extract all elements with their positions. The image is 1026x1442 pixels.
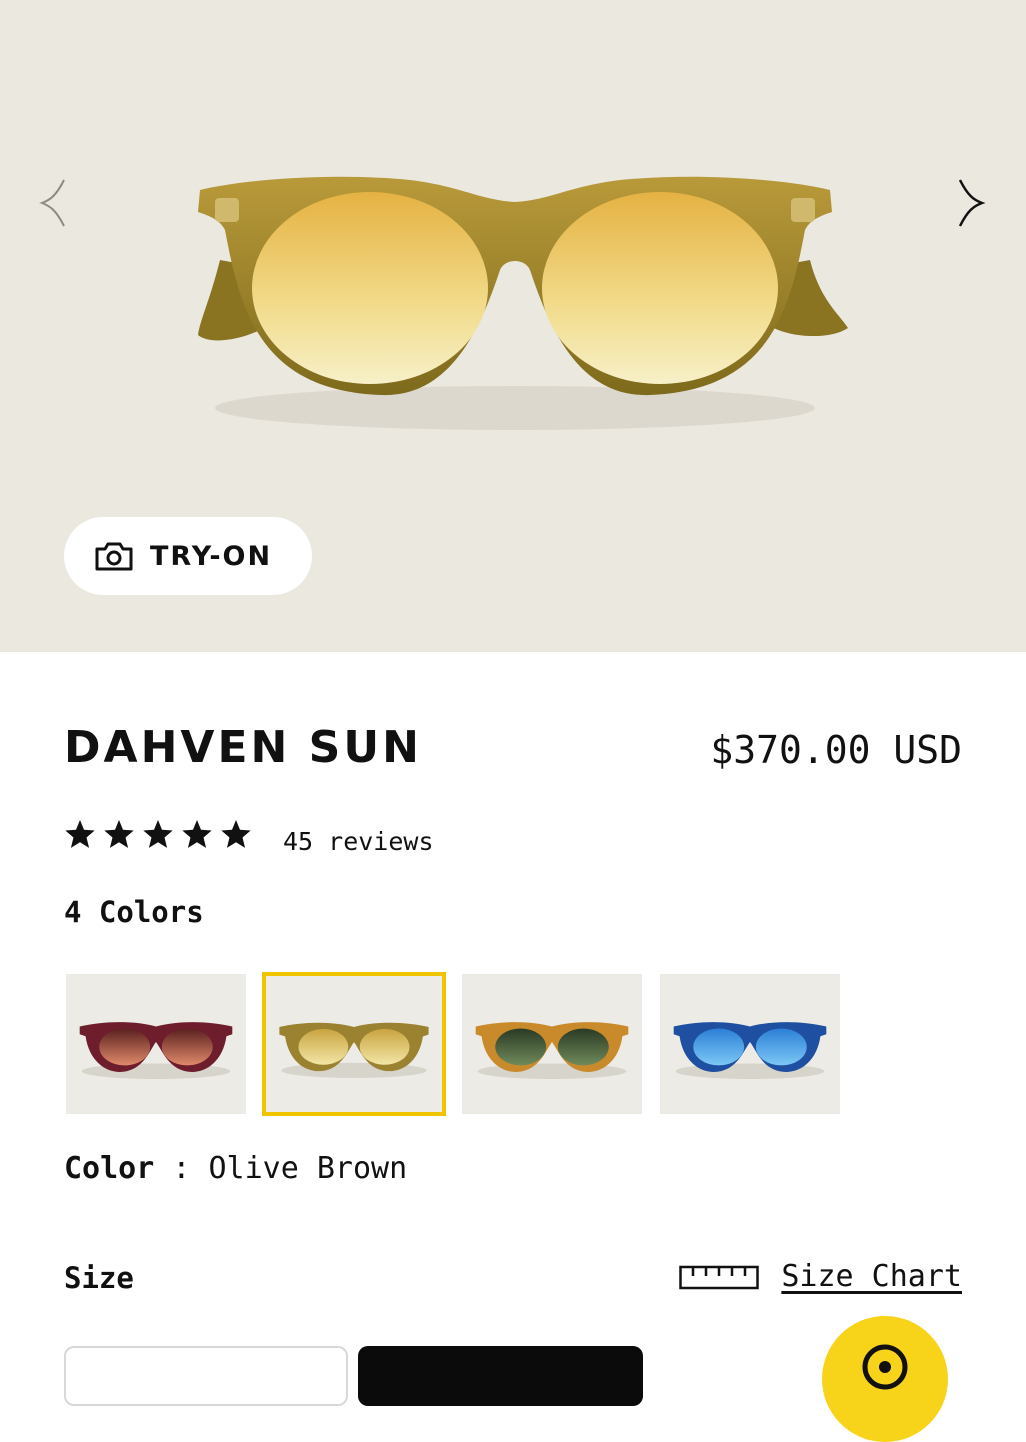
colors-count: 4 Colors	[64, 895, 204, 929]
color-swatch[interactable]	[64, 972, 248, 1116]
star-icon	[103, 818, 135, 850]
swatch-glasses-image	[279, 1022, 429, 1078]
color-swatch[interactable]	[658, 972, 842, 1116]
star-icon	[142, 818, 174, 850]
color-label: Color	[64, 1151, 155, 1186]
size-label: Size	[64, 1261, 134, 1295]
product-title: DAHVEN SUN	[64, 722, 422, 773]
product-image	[198, 176, 848, 430]
add-to-cart-button[interactable]	[358, 1346, 643, 1406]
try-on-label: TRY-ON	[150, 540, 273, 572]
color-swatch[interactable]	[262, 972, 446, 1116]
try-on-button[interactable]: TRY-ON	[64, 517, 312, 595]
star-icon	[220, 818, 252, 850]
swatch-glasses-image	[79, 1022, 233, 1079]
swatch-glasses-image	[475, 1022, 629, 1079]
help-icon	[862, 1344, 908, 1390]
camera-icon	[94, 540, 134, 572]
size-chart-link[interactable]: Size Chart	[679, 1258, 962, 1296]
reviews-link[interactable]: 45 reviews	[283, 826, 434, 858]
star-icon	[64, 818, 96, 850]
size-option-button[interactable]	[64, 1346, 348, 1406]
swatch-glasses-image	[673, 1022, 827, 1079]
size-chart-label: Size Chart	[781, 1259, 962, 1294]
chevron-left-icon[interactable]	[38, 176, 68, 230]
star-rating	[64, 818, 259, 850]
chevron-right-icon[interactable]	[956, 176, 986, 230]
color-swatch[interactable]	[460, 972, 644, 1116]
product-price: $370.00 USD	[710, 728, 962, 772]
color-value: Olive Brown	[208, 1151, 408, 1186]
ruler-icon	[679, 1263, 760, 1291]
star-icon	[181, 818, 213, 850]
product-gallery: TRY-ON	[0, 0, 1026, 652]
color-separator: :	[154, 1151, 209, 1186]
help-button[interactable]	[822, 1316, 948, 1442]
selected-color: Color : Olive Brown	[64, 1150, 407, 1188]
